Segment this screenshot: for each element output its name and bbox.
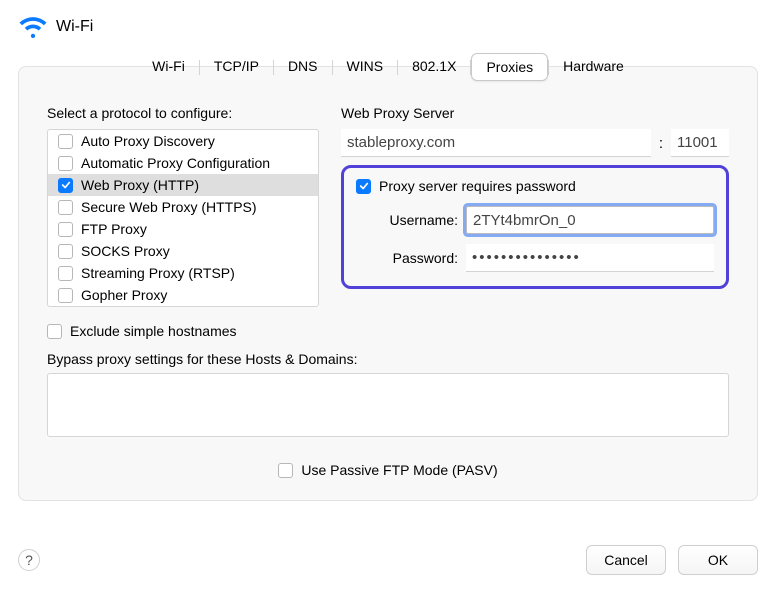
checkbox-icon[interactable]: [58, 222, 73, 237]
password-input[interactable]: [466, 244, 714, 272]
checkbox-icon[interactable]: [58, 244, 73, 259]
protocol-label: Web Proxy (HTTP): [81, 177, 199, 193]
exclude-simple-label: Exclude simple hostnames: [70, 323, 237, 339]
protocol-label: Streaming Proxy (RTSP): [81, 265, 235, 281]
server-heading: Web Proxy Server: [341, 105, 729, 121]
proxies-panel: Select a protocol to configure: Auto Pro…: [18, 66, 758, 501]
checkbox-icon[interactable]: [58, 200, 73, 215]
proxy-host-input[interactable]: [341, 129, 651, 157]
protocol-list: Auto Proxy Discovery Automatic Proxy Con…: [47, 129, 319, 307]
wifi-icon: [18, 12, 48, 41]
tab-tcpip[interactable]: TCP/IP: [200, 53, 273, 81]
protocol-label: FTP Proxy: [81, 221, 147, 237]
protocol-web-https[interactable]: Secure Web Proxy (HTTPS): [48, 196, 318, 218]
checkbox-icon[interactable]: [58, 288, 73, 303]
protocol-label: Automatic Proxy Configuration: [81, 155, 270, 171]
tab-8021x[interactable]: 802.1X: [398, 53, 470, 81]
auth-highlighted-box: Proxy server requires password Username:…: [341, 165, 729, 289]
cancel-button[interactable]: Cancel: [586, 545, 666, 575]
checkbox-icon[interactable]: [58, 134, 73, 149]
password-label: Password:: [374, 250, 458, 266]
tab-dns[interactable]: DNS: [274, 53, 332, 81]
checkbox-checked-icon[interactable]: [58, 178, 73, 193]
username-input[interactable]: [466, 206, 714, 234]
bypass-textarea[interactable]: [47, 373, 729, 437]
username-label: Username:: [374, 212, 458, 228]
protocol-rtsp[interactable]: Streaming Proxy (RTSP): [48, 262, 318, 284]
protocol-auto-config[interactable]: Automatic Proxy Configuration: [48, 152, 318, 174]
tab-wins[interactable]: WINS: [333, 53, 398, 81]
proxy-port-input[interactable]: [671, 129, 729, 157]
protocol-label: Gopher Proxy: [81, 287, 167, 303]
ok-button[interactable]: OK: [678, 545, 758, 575]
tab-bar: Wi-Fi TCP/IP DNS WINS 802.1X Proxies Har…: [138, 53, 638, 81]
protocol-web-http[interactable]: Web Proxy (HTTP): [48, 174, 318, 196]
window-title: Wi-Fi: [56, 18, 93, 36]
auth-required-label: Proxy server requires password: [379, 178, 576, 194]
protocol-auto-discovery[interactable]: Auto Proxy Discovery: [48, 130, 318, 152]
protocol-heading: Select a protocol to configure:: [47, 105, 319, 121]
tab-proxies[interactable]: Proxies: [471, 53, 548, 81]
tab-hardware[interactable]: Hardware: [549, 53, 638, 81]
protocol-label: SOCKS Proxy: [81, 243, 170, 259]
protocol-label: Auto Proxy Discovery: [81, 133, 215, 149]
checkbox-icon[interactable]: [58, 266, 73, 281]
pasv-checkbox[interactable]: [278, 463, 293, 478]
protocol-label: Secure Web Proxy (HTTPS): [81, 199, 257, 215]
help-button[interactable]: ?: [18, 549, 40, 571]
pasv-label: Use Passive FTP Mode (PASV): [301, 462, 497, 478]
tab-wifi[interactable]: Wi-Fi: [138, 53, 199, 81]
checkbox-icon[interactable]: [58, 156, 73, 171]
auth-required-checkbox[interactable]: [356, 179, 371, 194]
protocol-ftp[interactable]: FTP Proxy: [48, 218, 318, 240]
bypass-heading: Bypass proxy settings for these Hosts & …: [47, 351, 729, 367]
protocol-gopher[interactable]: Gopher Proxy: [48, 284, 318, 306]
protocol-socks[interactable]: SOCKS Proxy: [48, 240, 318, 262]
host-port-separator: :: [659, 135, 663, 152]
exclude-simple-checkbox[interactable]: [47, 324, 62, 339]
